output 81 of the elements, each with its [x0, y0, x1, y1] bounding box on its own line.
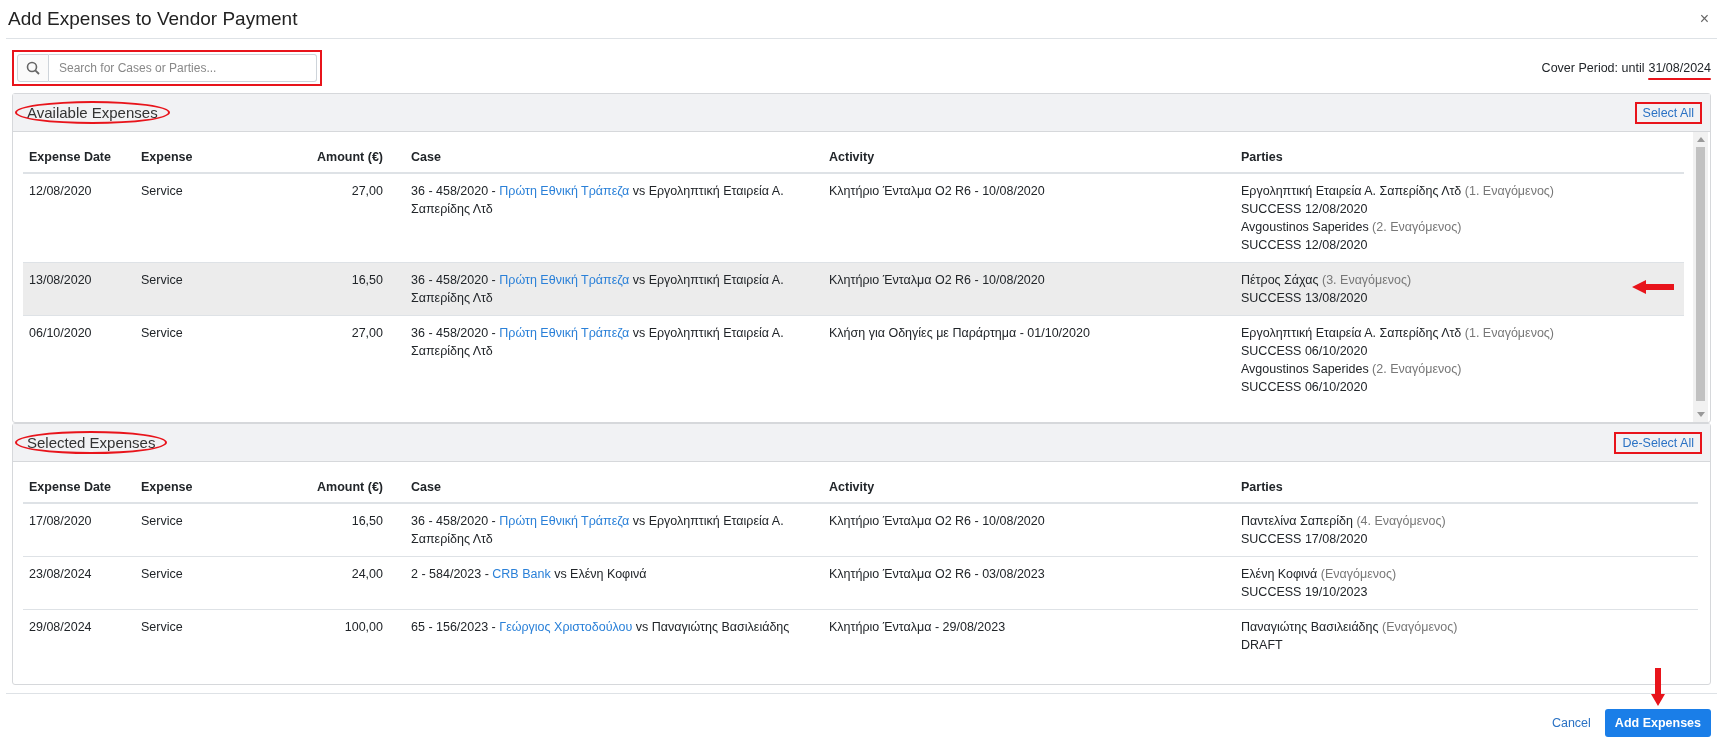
cover-period-label: Cover Period: until [1541, 61, 1645, 75]
table-cell: Service [135, 262, 245, 316]
case-cell: 2 - 584/2023 - CRB Bank vs Ελένη Κοφινά [405, 556, 823, 610]
party-name: Παντελίνα Σαπερίδη (4. Εναγόμενος) [1241, 513, 1447, 530]
table-cell: Κλητήριο Ένταλμα Ο2 R6 - 03/08/2023 [823, 556, 1235, 610]
table-cell: Service [135, 173, 245, 263]
party-status: SUCCESS 12/08/2020 [1241, 201, 1369, 218]
column-header: Expense Date [23, 132, 135, 173]
party-status: SUCCESS 17/08/2020 [1241, 531, 1369, 548]
table-cell: 16,50 [245, 262, 405, 316]
section-title: Selected Expenses [27, 434, 156, 451]
party-name: Εργοληπτική Εταιρεία Α. Σαπερίδης Λτδ (1. Εναγόμενος) [1241, 325, 1556, 342]
column-header: Parties [1235, 132, 1684, 173]
party-name: Ελένη Κοφινά (Εναγόμενος) [1241, 566, 1398, 583]
case-link[interactable]: Πρώτη Εθνική Τράπεζα [499, 326, 630, 340]
case-cell: 36 - 458/2020 - Πρώτη Εθνική Τράπεζα vs Εργοληπτική Εταιρεία Α. Σαπερίδης Λτδ [405, 503, 823, 557]
column-header: Expense Date [23, 462, 135, 503]
table-cell: 24,00 [245, 556, 405, 610]
case-cell: 36 - 458/2020 - Πρώτη Εθνική Τράπεζα vs Εργοληπτική Εταιρεία Α. Σαπερίδης Λτδ [405, 173, 823, 263]
table-cell: Κλητήριο Ένταλμα Ο2 R6 - 10/08/2020 [823, 262, 1235, 316]
table-cell: Κλητήριο Ένταλμα Ο2 R6 - 10/08/2020 [823, 503, 1235, 557]
table-cell: Κλητήριο Ένταλμα - 29/08/2023 [823, 609, 1235, 662]
column-header: Amount (€) [245, 462, 405, 503]
cancel-link[interactable]: Cancel [1551, 716, 1591, 730]
column-header: Parties [1235, 462, 1698, 503]
table-cell: 17/08/2020 [23, 503, 135, 557]
column-header: Activity [823, 132, 1235, 173]
table-cell: Service [135, 556, 245, 610]
party-name: Παναγιώτης Βασιλειάδης (Εναγόμενος) [1241, 619, 1459, 636]
table-cell: 27,00 [245, 315, 405, 404]
column-header: Activity [823, 462, 1235, 503]
search-field[interactable]: Search for Cases or Parties... [49, 54, 317, 82]
column-header: Case [405, 462, 823, 503]
column-header: Case [405, 132, 823, 173]
case-cell: 65 - 156/2023 - Γεώργιος Χριστοδούλου vs Παναγιώτης Βασιλειάδης [405, 609, 823, 662]
party-status: SUCCESS 06/10/2020 [1241, 379, 1369, 396]
party-status: DRAFT [1241, 637, 1284, 654]
case-link[interactable]: CRB Bank [492, 567, 551, 581]
close-button[interactable]: × [1693, 10, 1715, 28]
column-header: Amount (€) [245, 132, 405, 173]
party-name: Εργοληπτική Εταιρεία Α. Σαπερίδης Λτδ (1. Εναγόμενος) [1241, 183, 1556, 200]
search-icon [26, 61, 40, 75]
party-status: SUCCESS 19/10/2023 [1241, 584, 1369, 601]
table-cell: 27,00 [245, 173, 405, 263]
case-link[interactable]: Πρώτη Εθνική Τράπεζα [499, 273, 630, 287]
column-header: Expense [135, 132, 245, 173]
case-cell: 36 - 458/2020 - Πρώτη Εθνική Τράπεζα vs Εργοληπτική Εταιρεία Α. Σαπερίδης Λτδ [405, 315, 823, 404]
table-cell: 06/10/2020 [23, 315, 135, 404]
section-title: Available Expenses [27, 104, 158, 121]
party-status: SUCCESS 12/08/2020 [1241, 237, 1369, 254]
select-link[interactable]: De-Select All [1622, 435, 1694, 450]
table-cell: Service [135, 503, 245, 557]
table-cell: Κλητήριο Ένταλμα Ο2 R6 - 10/08/2020 [823, 173, 1235, 263]
table-cell: 100,00 [245, 609, 405, 662]
case-cell: 36 - 458/2020 - Πρώτη Εθνική Τράπεζα vs Εργοληπτική Εταιρεία Α. Σαπερίδης Λτδ [405, 262, 823, 316]
table-cell: 16,50 [245, 503, 405, 557]
table-row[interactable]: 17/08/2020 Service 16,50 36 - 458/2020 - Πρώτη Εθνική Τράπεζα vs Εργοληπτική Εταιρεία Α. Σαπερίδης Λτδ Κλητήριο Ένταλμα Ο2 R6 - 10/08/2020 Παντελίνα Σαπερίδη (4. Εναγόμενος) SUCCESS 17/08/2020 [23, 503, 1698, 557]
party-name: Avgoustinos Saperides (2. Εναγόμενος) [1241, 361, 1463, 378]
scrollbar[interactable] [1693, 132, 1708, 422]
table-row[interactable]: 29/08/2024 Service 100,00 65 - 156/2023 - Γεώργιος Χριστοδούλου vs Παναγιώτης Βασιλειάδης Κλητήριο Ένταλμα - 29/08/2023 Παναγιώτης Βασιλειάδης (Εναγόμενος) DRAFT [23, 609, 1698, 662]
select-link[interactable]: Select All [1642, 105, 1694, 120]
table-cell: 23/08/2024 [23, 556, 135, 610]
add-expenses-button[interactable]: Add Expenses [1604, 709, 1711, 737]
party-name: Avgoustinos Saperides (2. Εναγόμενος) [1241, 219, 1463, 236]
party-status: SUCCESS 06/10/2020 [1241, 343, 1369, 360]
table-cell: Service [135, 315, 245, 404]
case-link[interactable]: Γεώργιος Χριστοδούλου [499, 620, 633, 634]
case-link[interactable]: Πρώτη Εθνική Τράπεζα [499, 184, 630, 198]
table-cell: Service [135, 609, 245, 662]
table-row[interactable]: 23/08/2024 Service 24,00 2 - 584/2023 - CRB Bank vs Ελένη Κοφινά Κλητήριο Ένταλμα Ο2 R6 - 03/08/2023 Ελένη Κοφινά (Εναγόμενος) SUCCESS 19/10/2023 [23, 556, 1698, 610]
party-name: Πέτρος Σάχας (3. Εναγόμενος) [1241, 272, 1413, 289]
table-cell: 13/08/2020 [23, 262, 135, 316]
case-link[interactable]: Πρώτη Εθνική Τράπεζα [499, 514, 630, 528]
table-cell: 29/08/2024 [23, 609, 135, 662]
table-cell: 12/08/2020 [23, 173, 135, 263]
party-status: SUCCESS 13/08/2020 [1241, 290, 1369, 307]
dialog-title: Add Expenses to Vendor Payment [8, 8, 298, 30]
table-cell: Κλήση για Οδηγίες με Παράρτημα - 01/10/2020 [823, 315, 1235, 404]
column-header: Expense [135, 462, 245, 503]
table-row[interactable]: 13/08/2020 Service 16,50 36 - 458/2020 - Πρώτη Εθνική Τράπεζα vs Εργοληπτική Εταιρεία Α. Σαπερίδης Λτδ Κλητήριο Ένταλμα Ο2 R6 - 10/08/2020 Πέτρος Σάχας (3. Εναγόμενος) SUCCESS 13/08/2020 [23, 262, 1684, 316]
cover-period-date: 31/08/2024 [1648, 61, 1711, 75]
